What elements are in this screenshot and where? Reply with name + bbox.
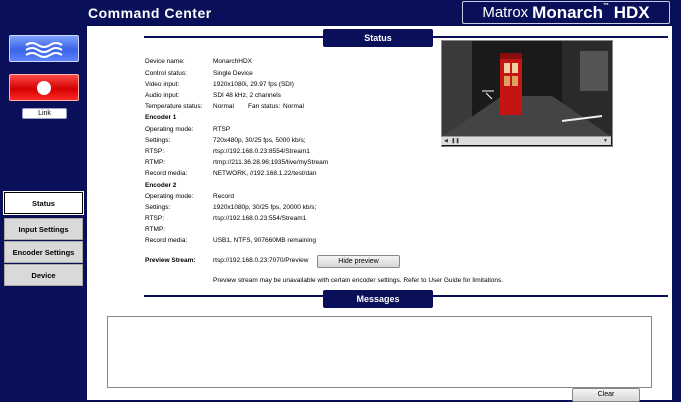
nav-item-status[interactable]: Status: [3, 191, 84, 215]
field-label: Control status:: [145, 70, 187, 77]
video-frame: [442, 41, 612, 137]
video-preview[interactable]: [441, 40, 613, 147]
nav-item-input-settings[interactable]: Input Settings: [4, 218, 83, 240]
messages-log[interactable]: [107, 316, 652, 388]
waves-icon: [25, 41, 63, 58]
link-button[interactable]: Link: [22, 108, 67, 119]
field-label: Operating mode:: [145, 193, 194, 200]
field-label: RTMP:: [145, 159, 166, 166]
field-value: rtsp://192.168.0.23:8554/Stream1: [213, 148, 310, 155]
play-icon[interactable]: ◀: [444, 138, 448, 144]
field-label: Settings:: [145, 137, 171, 144]
brand-tm: ™: [603, 2, 610, 9]
field-value: Normal: [283, 103, 304, 110]
field-value: MonarchHDX: [213, 58, 253, 65]
field-label: Device name:: [145, 58, 185, 65]
preview-stream-url: rtsp://192.168.0.23:7070/Preview: [213, 257, 309, 264]
field-label: RTMP:: [145, 226, 166, 233]
field-value: SDI 48 kHz, 2 channels: [213, 92, 281, 99]
stream-button[interactable]: [9, 35, 79, 62]
brand-suffix: HDX: [613, 2, 650, 22]
main-panel: Status Device name: MonarchHDX Control s…: [87, 26, 672, 402]
field-label: RTSP:: [145, 148, 165, 155]
field-label: Audio input:: [145, 92, 180, 99]
field-value: rtsp://192.168.0.23:554/Stream1: [213, 215, 307, 222]
messages-header: Messages: [323, 290, 433, 308]
field-label: Record media:: [145, 237, 188, 244]
app-title: Command Center: [88, 5, 212, 21]
brand-name: Monarch: [532, 2, 604, 22]
field-value: Normal: [213, 103, 234, 110]
record-dot-icon: [37, 80, 51, 95]
field-label: RTSP:: [145, 215, 165, 222]
field-label: Record media:: [145, 170, 188, 177]
preview-note: Preview stream may be unavailable with c…: [213, 277, 504, 284]
encoder-title: Encoder 1: [145, 114, 177, 121]
field-value: Record: [213, 193, 234, 200]
record-button[interactable]: [9, 74, 79, 101]
chevron-down-icon[interactable]: ▼: [603, 137, 608, 145]
nav-item-encoder-settings[interactable]: Encoder Settings: [4, 241, 83, 263]
nav-item-device[interactable]: Device: [4, 264, 83, 286]
field-label: Fan status:: [248, 103, 281, 110]
brand-prefix: Matrox: [482, 4, 529, 21]
field-value: RTSP: [213, 126, 231, 133]
encoder-title: Encoder 2: [145, 182, 177, 189]
field-value: NETWORK, //192.168.1.22/test/dan: [213, 170, 317, 177]
field-label: Operating mode:: [145, 126, 194, 133]
field-value: 720x480p, 30/25 fps, 5000 kb/s;: [213, 137, 306, 144]
preview-stream-label: Preview Stream:: [145, 257, 196, 264]
field-label: Video input:: [145, 81, 180, 88]
field-value: 1920x1080i, 29.97 fps (SDI): [213, 81, 294, 88]
field-label: Temperature status:: [145, 103, 203, 110]
field-value: rtmp://211.36.28.96:1935/live/myStream: [213, 159, 329, 166]
brand-logo: Matrox Monarch™ HDX: [462, 1, 670, 24]
pause-icon[interactable]: ❚❚: [451, 138, 459, 144]
status-header: Status: [323, 29, 433, 47]
field-value: USB1, NTFS, 907660MB remaining: [213, 237, 316, 244]
field-value: Single Device: [213, 70, 253, 77]
video-controls: ◀ ❚❚ ▼: [441, 136, 611, 145]
hide-preview-button[interactable]: Hide preview: [317, 255, 400, 268]
field-value: 1920x1080p, 30/25 fps, 20000 kb/s;: [213, 204, 317, 211]
field-label: Settings:: [145, 204, 171, 211]
